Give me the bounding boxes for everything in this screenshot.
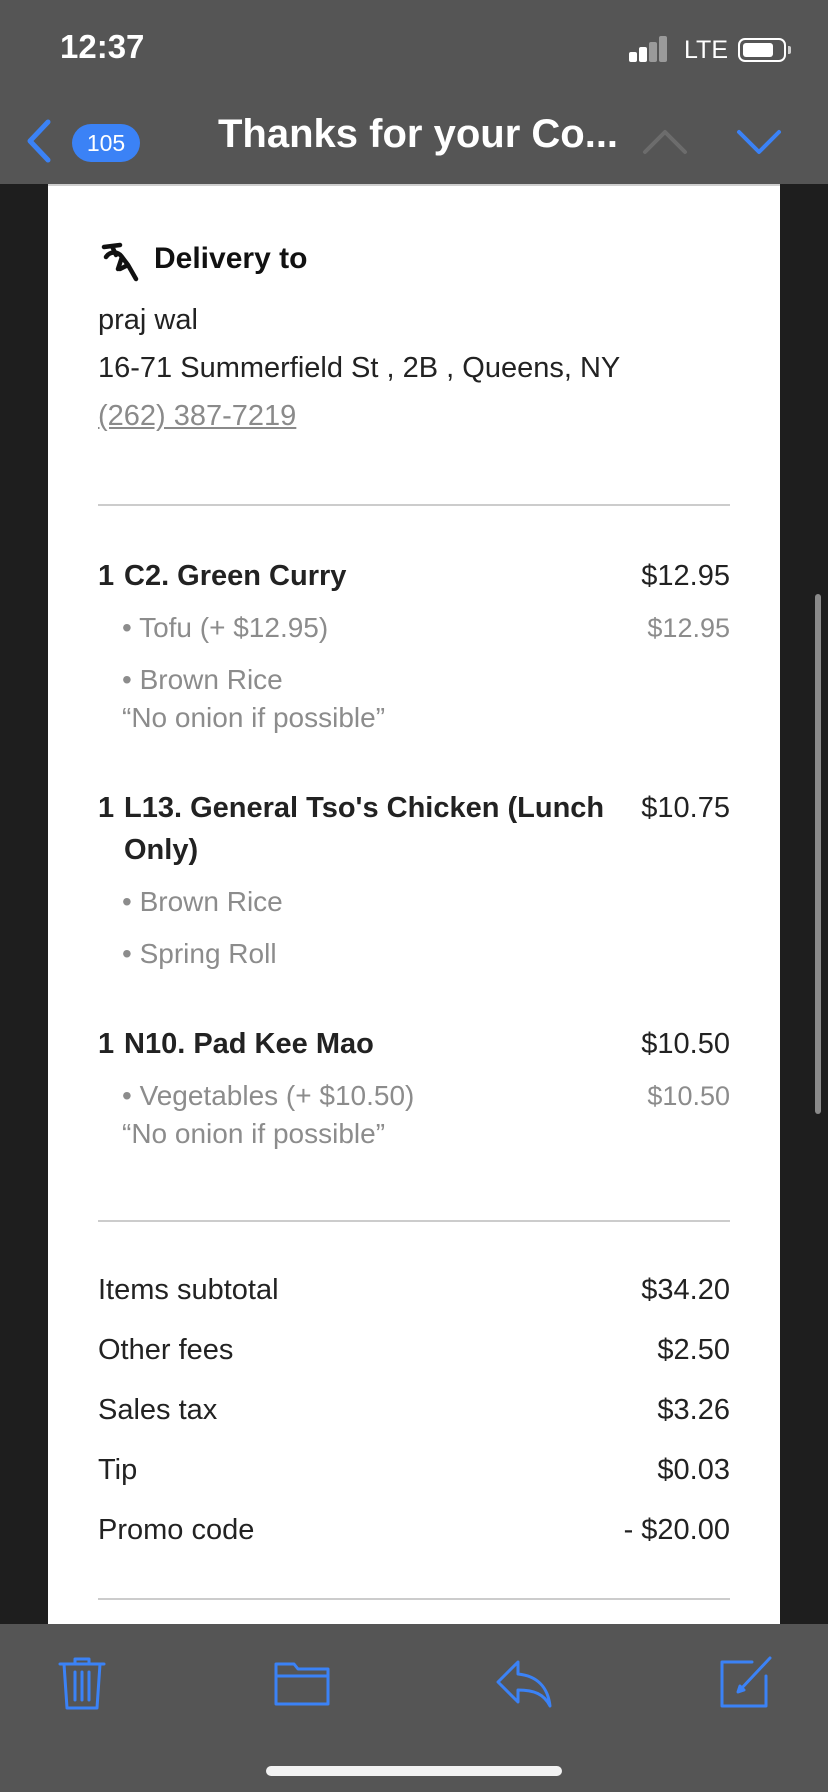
summary-value: $34.20 [641,1274,730,1306]
nav-bar: 105 Thanks for your Co... [0,100,828,184]
item-option: • Brown Rice [122,664,283,695]
next-message-chevron-down-icon[interactable] [734,122,784,162]
item-option: • Brown Rice [122,886,283,917]
email-body: Delivery to praj wal 16-71 Summerfield S… [48,184,780,1624]
item-name: L13. General Tso's Chicken (Lunch Only) [124,792,605,866]
summary-label: Sales tax [98,1394,218,1426]
item-name: N10. Pad Kee Mao [124,1028,374,1060]
reply-icon[interactable] [494,1652,554,1712]
item-option-price: $12.95 [647,613,730,643]
back-chevron-icon[interactable] [22,118,56,164]
item-option: • Spring Roll [122,938,277,969]
item-price: $12.95 [641,560,730,592]
summary-label: Items subtotal [98,1274,279,1306]
trash-icon[interactable] [52,1652,112,1712]
divider [98,1220,730,1222]
scrollbar[interactable] [815,594,821,1114]
item-option-price: $10.50 [647,1081,730,1111]
summary-value: - $20.00 [623,1514,730,1546]
summary-value: $2.50 [657,1334,730,1366]
item-price: $10.75 [641,792,730,824]
divider [48,184,780,186]
network-label: LTE [684,36,728,64]
item-quantity: 1 [98,560,115,592]
delivery-address: 16-71 Summerfield St , 2B , Queens, NY [98,352,621,384]
folder-icon[interactable] [272,1652,332,1712]
order-item-title: 1 N10. Pad Kee Mao [98,1023,638,1065]
recipient-name: praj wal [98,304,198,336]
divider [98,1598,730,1600]
item-name: C2. Green Curry [124,560,347,592]
order-item-title: 1 L13. General Tso's Chicken (Lunch Only… [98,787,638,871]
phone-link[interactable]: (262) 387-7219 [98,400,296,433]
item-quantity: 1 [98,1028,115,1060]
battery-icon [738,38,791,62]
item-option: • Tofu (+ $12.95) [122,612,329,643]
home-indicator[interactable] [266,1766,562,1776]
summary-value: $0.03 [657,1454,730,1486]
status-bar: 12:37 LTE [0,0,828,100]
item-quantity: 1 [98,792,115,824]
email-subject-title: Thanks for your Co... [218,112,619,156]
summary-label: Promo code [98,1514,255,1546]
item-note: “No onion if possible” [122,702,386,733]
status-time: 12:37 [60,28,145,65]
item-note: “No onion if possible” [122,1118,386,1149]
previous-message-chevron-up-icon[interactable] [640,122,690,162]
unread-count-badge[interactable]: 105 [72,124,140,162]
item-option: • Vegetables (+ $10.50) [122,1080,415,1111]
delivery-scooter-icon [101,242,139,282]
divider [98,504,730,506]
signal-icon [629,36,669,62]
compose-icon[interactable] [716,1652,776,1712]
summary-value: $3.26 [657,1394,730,1426]
mail-screen: 12:37 LTE 105 Thanks for your Co... Deli… [0,0,828,1792]
summary-label: Other fees [98,1334,234,1366]
item-price: $10.50 [641,1028,730,1060]
order-item-title: 1 C2. Green Curry [98,555,638,597]
delivery-heading: Delivery to [154,242,308,275]
summary-label: Tip [98,1454,138,1486]
